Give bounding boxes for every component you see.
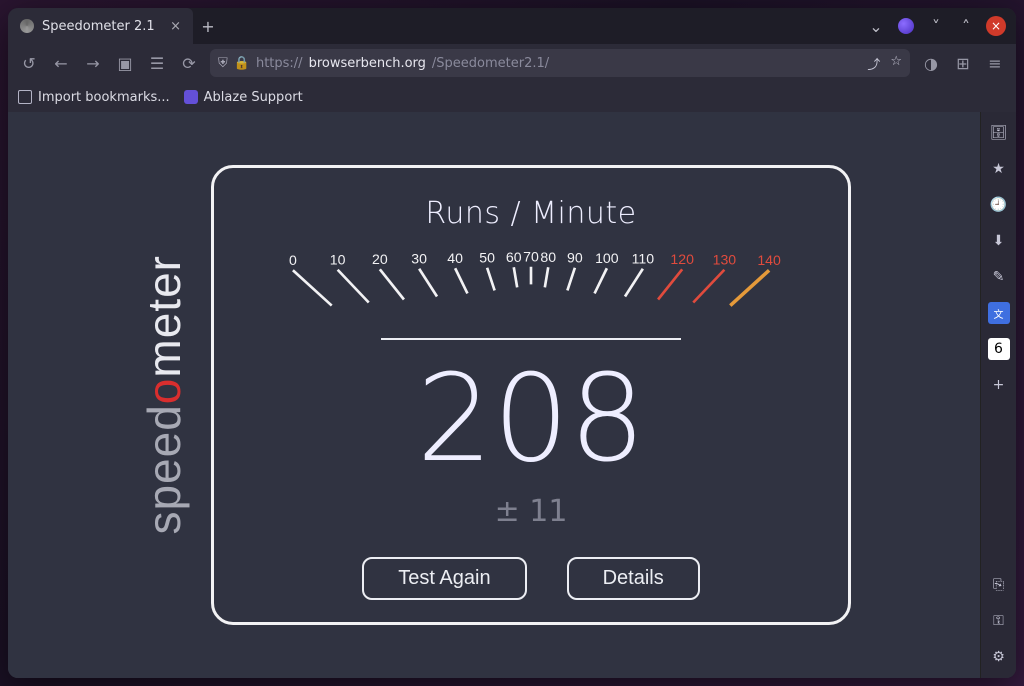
- account-icon[interactable]: ◑: [920, 52, 942, 74]
- gauge-label-30: 30: [411, 250, 427, 266]
- maximize-icon[interactable]: ˄: [956, 16, 976, 36]
- gauge-label-130: 130: [713, 251, 737, 267]
- extensions-icon[interactable]: ⊞: [952, 52, 974, 74]
- gauge-label-90: 90: [567, 249, 583, 265]
- key-icon[interactable]: ⚿: [988, 610, 1010, 632]
- history-icon[interactable]: 🕘: [988, 194, 1010, 216]
- tab-speedometer[interactable]: Speedometer 2.1 ×: [8, 8, 193, 44]
- star-icon[interactable]: ★: [988, 158, 1010, 180]
- add-panel-icon[interactable]: +: [988, 374, 1010, 396]
- url-protocol: https://: [256, 56, 303, 71]
- tab-close-icon[interactable]: ×: [170, 19, 181, 34]
- briefcase-icon[interactable]: 🗄: [988, 122, 1010, 144]
- button-row: Test Again Details: [362, 557, 699, 600]
- pencil-icon[interactable]: ✎: [988, 266, 1010, 288]
- gauge-label-50: 50: [479, 249, 495, 265]
- gauge-label-20: 20: [372, 251, 388, 267]
- bookmark-favicon-icon: [184, 90, 198, 104]
- url-path: /Speedometer2.1/: [432, 56, 549, 71]
- bookmarks-bar: Import bookmarks... Ablaze Support: [8, 82, 1016, 112]
- close-icon[interactable]: ×: [986, 16, 1006, 36]
- menu-icon[interactable]: ≡: [984, 52, 1006, 74]
- import-icon: [18, 90, 32, 104]
- gauge-label-100: 100: [595, 250, 619, 266]
- gear-icon[interactable]: ⚙: [988, 646, 1010, 668]
- nav-toolbar: ↺ ← → ▣ ☰ ⟳ ⛨ 🔒 https:// browserbench.org…: [8, 44, 1016, 82]
- lock-icon: 🔒: [234, 56, 250, 71]
- bookmark-ablaze[interactable]: Ablaze Support: [184, 90, 303, 105]
- separator: [381, 338, 681, 340]
- gauge-dial: 0 10 20 30 40 50 607080 90 100 110 120 130 140: [248, 235, 814, 332]
- translate-icon[interactable]: 文: [988, 302, 1010, 324]
- gauge-label-80: 80: [540, 249, 556, 265]
- page-content: speedometer Runs / Minute 0 10 20 30 40 50 607…: [8, 112, 980, 678]
- gauge-label-110: 110: [632, 250, 655, 266]
- sidebar-toggle-icon[interactable]: ▣: [114, 52, 136, 74]
- bookmark-star-icon[interactable]: ☆: [890, 54, 902, 73]
- gauge-label-70: 70: [523, 248, 539, 264]
- reader-icon[interactable]: ☰: [146, 52, 168, 74]
- browser-window: Speedometer 2.1 × + ⌄ ˅ ˄ × ↺ ← → ▣ ☰ ⟳ …: [8, 8, 1016, 678]
- gauge-label-10: 10: [330, 251, 346, 267]
- window-controls: ⌄ ˅ ˄ ×: [856, 8, 1016, 44]
- back-icon[interactable]: ←: [50, 52, 72, 74]
- forward-icon[interactable]: →: [82, 52, 104, 74]
- undo-icon[interactable]: ↺: [18, 52, 40, 74]
- tab-title: Speedometer 2.1: [42, 19, 155, 34]
- import-bookmarks-link[interactable]: Import bookmarks...: [18, 90, 170, 105]
- content-area: speedometer Runs / Minute 0 10 20 30 40 50 607…: [8, 112, 1016, 678]
- favicon-icon: [20, 19, 34, 33]
- gauge-label-60: 60: [506, 249, 522, 265]
- new-tab-button[interactable]: +: [193, 8, 223, 44]
- download-icon[interactable]: ⬇: [988, 230, 1010, 252]
- score-value: 208: [416, 360, 645, 480]
- brand-badge-icon[interactable]: [896, 16, 916, 36]
- speedometer-stage: speedometer Runs / Minute 0 10 20 30 40 50 607…: [137, 165, 851, 625]
- test-again-button[interactable]: Test Again: [362, 557, 526, 600]
- gauge-label-140: 140: [757, 252, 781, 268]
- result-card: Runs / Minute 0 10 20 30 40 50 607080 90 100 110 1…: [211, 165, 851, 625]
- minimize-icon[interactable]: ˅: [926, 16, 946, 36]
- gauge-label-0: 0: [289, 252, 297, 268]
- share-icon[interactable]: ⤴: [867, 54, 880, 73]
- gauge-label-120: 120: [670, 251, 694, 267]
- score-margin: ± 11: [495, 494, 568, 529]
- side-panel: 🗄 ★ 🕘 ⬇ ✎ 文 6 + ⎘ ⚿ ⚙: [980, 112, 1016, 678]
- url-host: browserbench.org: [309, 56, 426, 71]
- chevron-down-icon[interactable]: ⌄: [866, 16, 886, 36]
- address-bar[interactable]: ⛨ 🔒 https:// browserbench.org/Speedometer…: [210, 49, 910, 77]
- circle-icon[interactable]: 6: [988, 338, 1010, 360]
- details-button[interactable]: Details: [567, 557, 700, 600]
- import-label: Import bookmarks...: [38, 90, 170, 105]
- shield-icon[interactable]: ⛨: [218, 56, 228, 71]
- tab-strip: Speedometer 2.1 × + ⌄ ˅ ˄ ×: [8, 8, 1016, 44]
- gauge-label-40: 40: [447, 250, 463, 266]
- pin-icon[interactable]: ⎘: [988, 574, 1010, 596]
- result-title: Runs / Minute: [425, 196, 636, 231]
- bookmark-label: Ablaze Support: [204, 90, 303, 105]
- reload-icon[interactable]: ⟳: [178, 52, 200, 74]
- speedometer-logo: speedometer: [137, 255, 191, 535]
